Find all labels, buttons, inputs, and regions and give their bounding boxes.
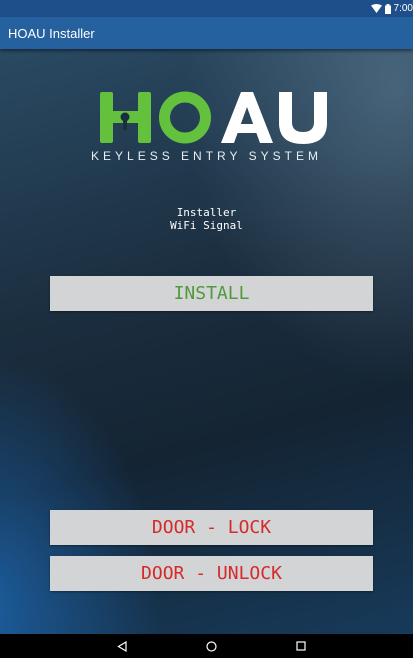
- door-lock-button[interactable]: DOOR - LOCK: [50, 510, 373, 545]
- home-button[interactable]: [201, 637, 221, 655]
- app-title: HOAU Installer: [8, 26, 95, 41]
- navigation-bar: [0, 634, 413, 658]
- recent-apps-icon: [296, 641, 306, 651]
- status-icons: 7:00: [370, 1, 413, 16]
- hoau-logo-graphic: [100, 91, 327, 144]
- status-time: 7:00: [393, 3, 413, 14]
- installer-label: Installer: [176, 206, 237, 219]
- battery-icon: [384, 3, 391, 14]
- back-icon: [117, 640, 127, 652]
- install-button[interactable]: INSTALL: [50, 276, 373, 311]
- status-bar: 7:00: [0, 0, 413, 17]
- recent-apps-button[interactable]: [291, 637, 311, 655]
- home-icon: [205, 640, 217, 652]
- hoau-logo: [98, 90, 328, 145]
- wifi-signal-label: WiFi Signal: [170, 219, 243, 232]
- app-bar: HOAU Installer: [0, 17, 413, 49]
- wifi-icon: [370, 4, 382, 13]
- door-unlock-button[interactable]: DOOR - UNLOCK: [50, 556, 373, 591]
- back-button[interactable]: [112, 637, 132, 655]
- logo-tagline: KEYLESS ENTRY SYSTEM: [91, 149, 322, 163]
- main-content: KEYLESS ENTRY SYSTEM Installer WiFi Sign…: [0, 49, 413, 634]
- screen: 7:00 HOAU Installer KEYLESS ENTRY SYSTEM…: [0, 0, 413, 658]
